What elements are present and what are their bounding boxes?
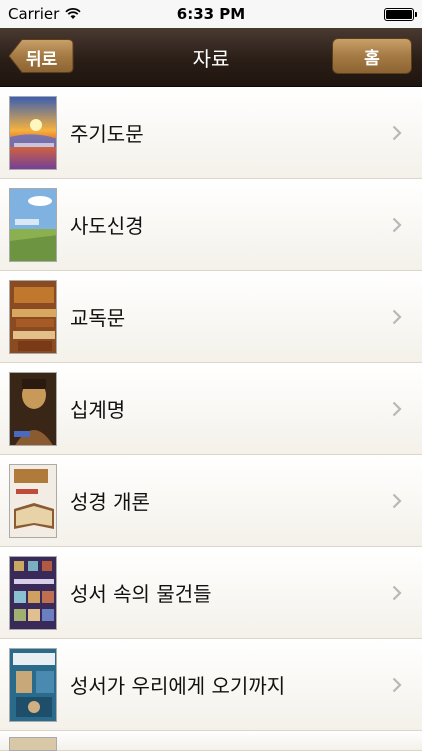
status-bar: Carrier 6:33 PM: [0, 0, 422, 28]
list-item[interactable]: 성서가 우리에게 오기까지: [0, 639, 422, 731]
chevron-right-icon: [392, 401, 402, 416]
chevron-right-icon: [392, 585, 402, 600]
list-item[interactable]: 십계명: [0, 363, 422, 455]
thumbnail-image: [9, 187, 57, 262]
list-item[interactable]: 주기도문: [0, 87, 422, 179]
thumbnail-image: [9, 555, 57, 630]
carrier-label: Carrier: [8, 5, 60, 23]
thumbnail-image: [9, 463, 57, 538]
chevron-right-icon: [392, 217, 402, 232]
list-item-partial: [0, 731, 422, 751]
page-title: 자료: [192, 46, 230, 71]
wifi-icon: [65, 8, 81, 19]
resource-list: 주기도문 사도신경 교독문 십계명 성경 개론 성서 속의 물건들 성서가 우리…: [0, 87, 422, 751]
back-button-label: 뒤로: [26, 50, 58, 70]
list-item[interactable]: 성서 속의 물건들: [0, 547, 422, 639]
back-button[interactable]: 뒤로: [8, 38, 74, 74]
list-item[interactable]: 성경 개론: [0, 455, 422, 547]
list-item-label: 성서가 우리에게 오기까지: [70, 674, 286, 698]
list-item-label: 성서 속의 물건들: [70, 582, 212, 606]
status-time: 6:33 PM: [176, 5, 246, 23]
list-item-label: 십계명: [70, 398, 126, 422]
list-item[interactable]: 교독문: [0, 271, 422, 363]
thumbnail-image: [9, 737, 57, 751]
navigation-bar: 뒤로 자료 홈: [0, 28, 422, 87]
chevron-right-icon: [392, 677, 402, 692]
list-item-label: 성경 개론: [70, 490, 150, 514]
chevron-right-icon: [392, 309, 402, 324]
chevron-right-icon: [392, 493, 402, 508]
list-item-label: 교독문: [70, 306, 126, 330]
list-item[interactable]: 사도신경: [0, 179, 422, 271]
chevron-right-icon: [392, 125, 402, 140]
thumbnail-image: [9, 371, 57, 446]
thumbnail-image: [9, 647, 57, 722]
home-button[interactable]: 홈: [332, 38, 412, 74]
thumbnail-image: [9, 95, 57, 170]
battery-icon: [384, 7, 417, 21]
list-item-label: 사도신경: [70, 214, 144, 238]
list-item-label: 주기도문: [70, 122, 144, 146]
thumbnail-image: [9, 279, 57, 354]
